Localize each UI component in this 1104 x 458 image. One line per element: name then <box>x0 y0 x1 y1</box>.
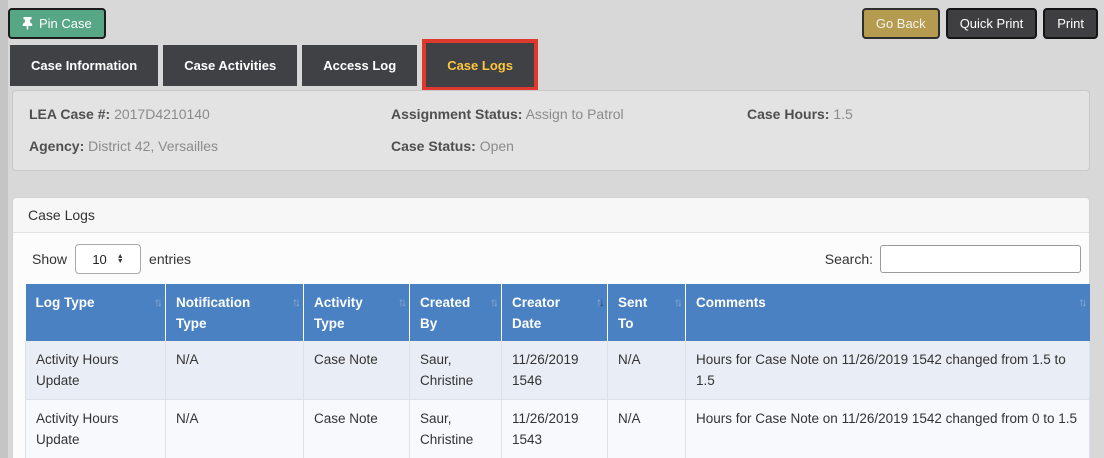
cell-sent-to: N/A <box>608 400 686 458</box>
tab-access-log[interactable]: Access Log <box>302 45 417 86</box>
table-row: Activity Hours Update N/A Case Note Saur… <box>26 341 1090 400</box>
select-arrows-icon: ▲▼ <box>117 254 124 264</box>
tab-case-activities[interactable]: Case Activities <box>163 45 297 86</box>
page-length-value: 10 <box>92 252 106 267</box>
lea-case-number-field: LEA Case #: 2017D4210140 <box>29 106 391 122</box>
panel-title: Case Logs <box>13 198 1089 233</box>
sort-icon: ↑↓ <box>674 293 680 312</box>
cell-created-by: Saur, Christine <box>410 341 502 400</box>
quick-print-button[interactable]: Quick Print <box>946 8 1038 39</box>
summary-empty-cell <box>747 138 1073 154</box>
page-length-select[interactable]: 10 ▲▼ <box>75 244 141 274</box>
tab-case-information[interactable]: Case Information <box>10 45 158 86</box>
case-status-value: Open <box>480 138 514 154</box>
agency-value: District 42, Versailles <box>88 138 218 154</box>
cell-creator-date: 11/26/2019 1546 <box>502 341 608 400</box>
column-header-notification-type[interactable]: Notification Type↑↓ <box>166 284 304 341</box>
sort-icon: ↑↓ <box>490 293 496 312</box>
cell-activity-type: Case Note <box>304 341 410 400</box>
case-detail-screen: Pin Case Go Back Quick Print Print Case … <box>0 0 1104 458</box>
panel-body: Show 10 ▲▼ entries Search: Log Type↑↓ No <box>13 233 1089 458</box>
sort-icon: ↑↓ <box>398 293 404 312</box>
case-logs-panel: Case Logs Show 10 ▲▼ entries Search: <box>12 197 1090 458</box>
cell-sent-to: N/A <box>608 341 686 400</box>
print-button[interactable]: Print <box>1043 8 1098 39</box>
pushpin-icon <box>22 17 33 30</box>
case-tabs: Case Information Case Activities Access … <box>10 45 538 86</box>
show-label: Show <box>32 251 67 267</box>
cell-activity-type: Case Note <box>304 400 410 458</box>
column-header-creator-date[interactable]: Creator Date↑↓ <box>502 284 608 341</box>
column-header-created-by[interactable]: Created By↑↓ <box>410 284 502 341</box>
search-label: Search: <box>825 251 873 267</box>
cell-creator-date: 11/26/2019 1543 <box>502 400 608 458</box>
table-row: Activity Hours Update N/A Case Note Saur… <box>26 400 1090 458</box>
case-hours-field: Case Hours: 1.5 <box>747 106 1073 122</box>
search-input[interactable] <box>880 245 1081 273</box>
assignment-status-label: Assignment Status: <box>391 106 522 122</box>
lea-case-number-label: LEA Case #: <box>29 106 110 122</box>
pin-case-label: Pin Case <box>39 16 92 31</box>
table-header-row: Log Type↑↓ Notification Type↑↓ Activity … <box>26 284 1090 341</box>
case-hours-value: 1.5 <box>833 106 852 122</box>
cell-comments: Hours for Case Note on 11/26/2019 1542 c… <box>686 400 1090 458</box>
case-summary-panel: LEA Case #: 2017D4210140 Assignment Stat… <box>12 90 1090 171</box>
assignment-status-field: Assignment Status: Assign to Patrol <box>391 106 747 122</box>
cell-comments: Hours for Case Note on 11/26/2019 1542 c… <box>686 341 1090 400</box>
lea-case-number-value: 2017D4210140 <box>114 106 210 122</box>
cell-created-by: Saur, Christine <box>410 400 502 458</box>
case-hours-label: Case Hours: <box>747 106 829 122</box>
tab-case-logs[interactable]: Case Logs <box>426 43 534 87</box>
sort-icon: ↑↓ <box>1079 293 1085 312</box>
page-left-gutter <box>0 0 8 458</box>
sort-icon: ↑↓ <box>154 293 160 312</box>
entries-label: entries <box>149 251 191 267</box>
column-header-activity-type[interactable]: Activity Type↑↓ <box>304 284 410 341</box>
table-controls: Show 10 ▲▼ entries Search: <box>19 239 1083 284</box>
sort-icon: ↑↓ <box>292 293 298 312</box>
top-toolbar: Pin Case Go Back Quick Print Print <box>8 8 1098 39</box>
agency-label: Agency: <box>29 138 84 154</box>
case-status-field: Case Status: Open <box>391 138 747 154</box>
case-logs-table: Log Type↑↓ Notification Type↑↓ Activity … <box>25 284 1090 458</box>
go-back-button[interactable]: Go Back <box>862 8 940 39</box>
agency-field: Agency: District 42, Versailles <box>29 138 391 154</box>
column-header-comments[interactable]: Comments↑↓ <box>686 284 1090 341</box>
cell-notification-type: N/A <box>166 400 304 458</box>
pin-case-button[interactable]: Pin Case <box>8 8 106 39</box>
case-status-label: Case Status: <box>391 138 476 154</box>
case-logs-tab-highlight-annotation: Case Logs <box>422 39 538 91</box>
sort-icon-active: ↑↓ <box>596 293 602 312</box>
column-header-log-type[interactable]: Log Type↑↓ <box>26 284 166 341</box>
cell-notification-type: N/A <box>166 341 304 400</box>
column-header-sent-to[interactable]: Sent To↑↓ <box>608 284 686 341</box>
cell-log-type: Activity Hours Update <box>26 341 166 400</box>
assignment-status-value: Assign to Patrol <box>526 106 624 122</box>
cell-log-type: Activity Hours Update <box>26 400 166 458</box>
